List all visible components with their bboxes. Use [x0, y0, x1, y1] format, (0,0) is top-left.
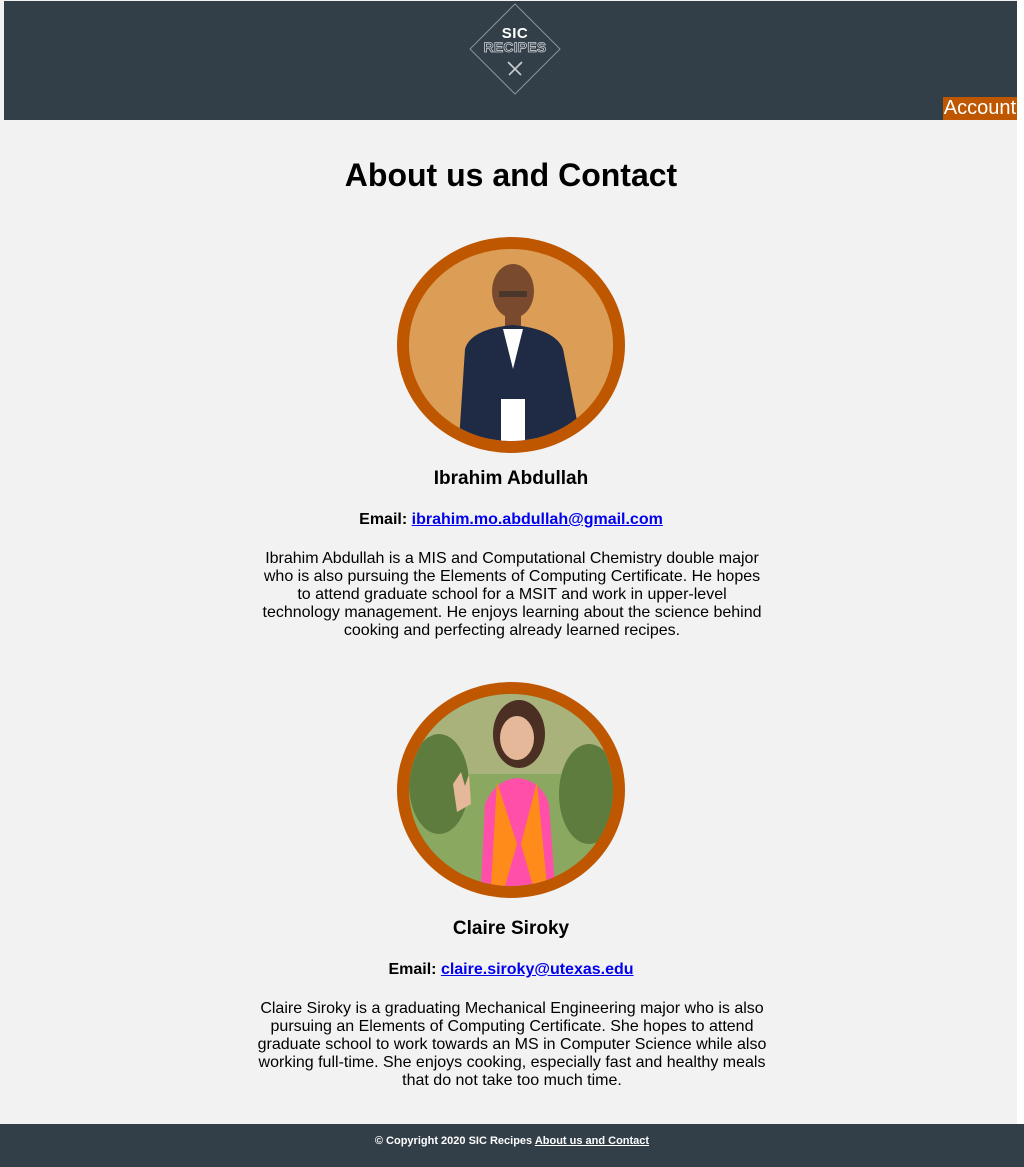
avatar-photo-ibrahim	[409, 249, 613, 441]
site-header: SIC RECIPES Account	[4, 1, 1017, 120]
email-link-ibrahim[interactable]: ibrahim.mo.abdullah@gmail.com	[412, 511, 663, 528]
logo-text-recipes: RECIPES	[483, 39, 547, 56]
site-logo[interactable]: SIC RECIPES	[469, 3, 561, 95]
avatar-claire	[397, 682, 625, 898]
account-button[interactable]: Account	[942, 97, 1017, 120]
footer-about-link[interactable]: About us and Contact	[535, 1135, 649, 1147]
person-bio: Ibrahim Abdullah is a MIS and Computatio…	[262, 550, 762, 639]
person-name: Ibrahim Abdullah	[433, 468, 589, 489]
email-line: Email: ibrahim.mo.abdullah@gmail.com	[0, 511, 1022, 529]
copyright-text: © Copyright 2020 SIC Recipes	[374, 1135, 535, 1147]
avatar-photo-claire	[409, 694, 613, 886]
email-label: Email:	[359, 511, 412, 528]
person-name: Claire Siroky	[452, 918, 570, 939]
avatar-ibrahim	[397, 237, 625, 453]
site-footer: © Copyright 2020 SIC Recipes About us an…	[0, 1124, 1024, 1167]
page-title: About us and Contact	[344, 157, 678, 193]
email-label: Email:	[388, 961, 441, 978]
email-link-claire[interactable]: claire.siroky@utexas.edu	[441, 961, 634, 978]
person-bio: Claire Siroky is a graduating Mechanical…	[257, 1000, 767, 1089]
email-line: Email: claire.siroky@utexas.edu	[0, 961, 1022, 979]
